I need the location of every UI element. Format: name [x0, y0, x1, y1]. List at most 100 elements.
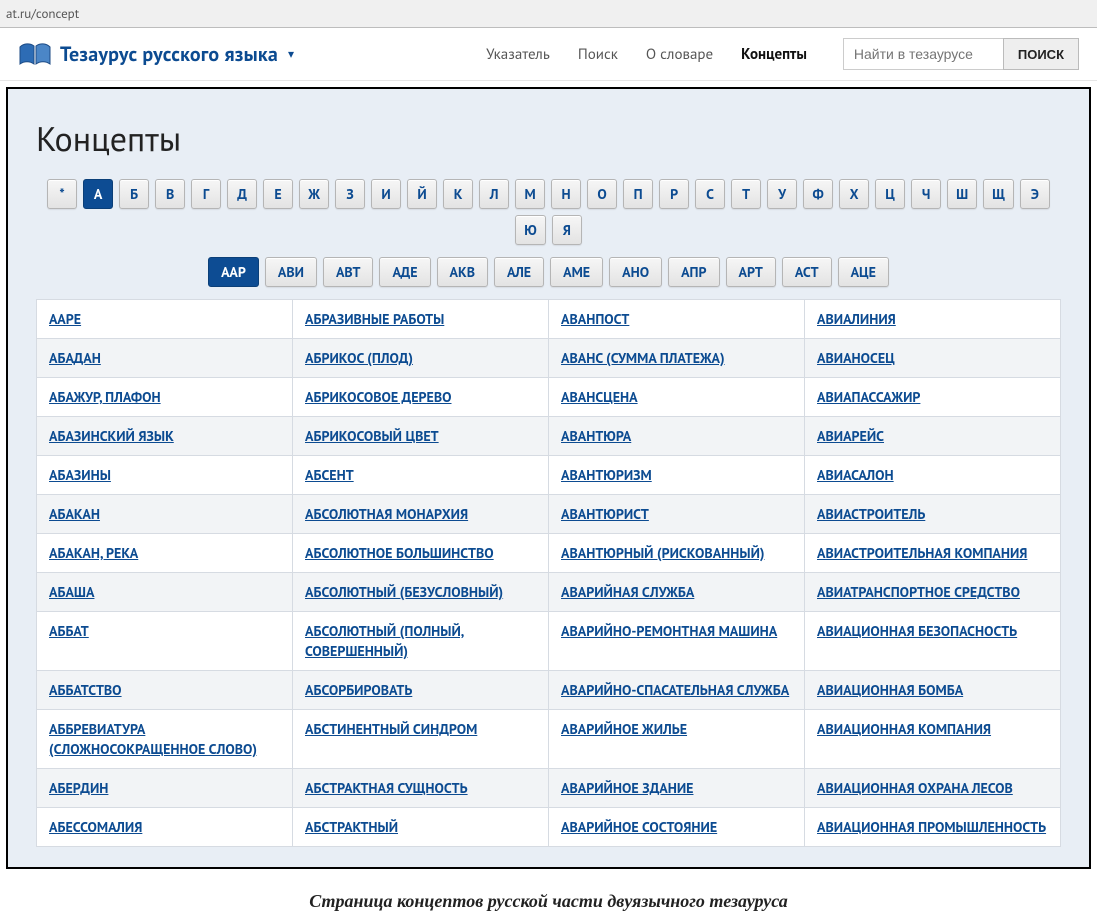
concept-link[interactable]: АВАРИЙНО-РЕМОНТНАЯ МАШИНА [561, 622, 777, 640]
syllable-АЛЕ[interactable]: АЛЕ [494, 257, 544, 287]
letter-Л[interactable]: Л [479, 179, 509, 209]
letter-З[interactable]: З [335, 179, 365, 209]
letter-*[interactable]: * [47, 179, 77, 209]
syllable-АКВ[interactable]: АКВ [437, 257, 488, 287]
search-input[interactable] [843, 38, 1003, 70]
syllable-АПР[interactable]: АПР [668, 257, 719, 287]
concept-link[interactable]: АББАТ [49, 622, 89, 640]
concept-link[interactable]: АВАРИЙНАЯ СЛУЖБА [561, 583, 694, 601]
nav-link-3[interactable]: Концепты [741, 45, 807, 64]
syllable-АВИ[interactable]: АВИ [265, 257, 317, 287]
syllable-АВТ[interactable]: АВТ [323, 257, 374, 287]
brand-dropdown[interactable]: Тезаурус русского языка ▾ [18, 41, 294, 67]
syllable-ААР[interactable]: ААР [208, 257, 259, 287]
nav-link-1[interactable]: Поиск [578, 45, 618, 64]
letter-Э[interactable]: Э [1020, 179, 1050, 209]
concept-link[interactable]: АБСОРБИРОВАТЬ [305, 681, 412, 699]
syllable-АСТ[interactable]: АСТ [782, 257, 832, 287]
concept-link[interactable]: АВАНТЮРИСТ [561, 505, 649, 523]
concept-link[interactable]: АБСЕНТ [305, 466, 354, 484]
letter-Ц[interactable]: Ц [875, 179, 905, 209]
concept-link[interactable]: АВИАЦИОННАЯ ПРОМЫШЛЕННОСТЬ [817, 818, 1046, 836]
concept-link[interactable]: АВАНТЮРНЫЙ (РИСКОВАННЫЙ) [561, 544, 764, 562]
search-button[interactable]: ПОИСК [1003, 38, 1079, 70]
letter-Т[interactable]: Т [731, 179, 761, 209]
concept-link[interactable]: АВАНС (СУММА ПЛАТЕЖА) [561, 349, 725, 367]
concept-link[interactable]: АБРИКОСОВЫЙ ЦВЕТ [305, 427, 439, 445]
concept-link[interactable]: АВИАРЕЙС [817, 427, 884, 445]
concept-link[interactable]: АБАША [49, 583, 94, 601]
letter-Р[interactable]: Р [659, 179, 689, 209]
concept-link[interactable]: АБРАЗИВНЫЕ РАБОТЫ [305, 310, 444, 328]
syllable-АНО[interactable]: АНО [609, 257, 662, 287]
concept-link[interactable]: АБАЗИНСКИЙ ЯЗЫК [49, 427, 174, 445]
concept-link[interactable]: АВАНТЮРА [561, 427, 631, 445]
concept-link[interactable]: АВИАПАССАЖИР [817, 388, 920, 406]
letter-Ч[interactable]: Ч [911, 179, 941, 209]
concept-link[interactable]: АБРИКОС (ПЛОД) [305, 349, 413, 367]
concept-link[interactable]: АБАДАН [49, 349, 101, 367]
letter-Д[interactable]: Д [227, 179, 257, 209]
concept-link[interactable]: АБАКАН, РЕКА [49, 544, 138, 562]
concept-link[interactable]: АВИАНОСЕЦ [817, 349, 895, 367]
letter-Щ[interactable]: Щ [983, 179, 1014, 209]
concept-link[interactable]: АБАЖУР, ПЛАФОН [49, 388, 161, 406]
concept-link[interactable]: АВИАТРАНСПОРТНОЕ СРЕДСТВО [817, 583, 1020, 601]
letter-С[interactable]: С [695, 179, 725, 209]
nav-link-0[interactable]: Указатель [486, 45, 550, 64]
concept-link[interactable]: АБСОЛЮТНОЕ БОЛЬШИНСТВО [305, 544, 494, 562]
concept-link[interactable]: АВИАЦИОННАЯ БОМБА [817, 681, 963, 699]
nav-link-2[interactable]: О словаре [646, 45, 713, 64]
concept-link[interactable]: ААРЕ [49, 310, 81, 328]
syllable-АРТ[interactable]: АРТ [726, 257, 776, 287]
concept-link[interactable]: АВАНПОСТ [561, 310, 629, 328]
concept-link[interactable]: АВАРИЙНО-СПАСАТЕЛЬНАЯ СЛУЖБА [561, 681, 789, 699]
concept-link[interactable]: АВАРИЙНОЕ ЖИЛЬЕ [561, 720, 687, 738]
letter-Ю[interactable]: Ю [515, 215, 546, 245]
concept-link[interactable]: АБСОЛЮТНАЯ МОНАРХИЯ [305, 505, 468, 523]
concept-link[interactable]: АБСОЛЮТНЫЙ (ПОЛНЫЙ, СОВЕРШЕННЫЙ) [305, 622, 464, 660]
concept-link[interactable]: АВАРИЙНОЕ СОСТОЯНИЕ [561, 818, 717, 836]
concept-link[interactable]: АВАНТЮРИЗМ [561, 466, 652, 484]
concept-link[interactable]: АВИАЦИОННАЯ БЕЗОПАСНОСТЬ [817, 622, 1017, 640]
concept-link[interactable]: АВИАСТРОИТЕЛЬНАЯ КОМПАНИЯ [817, 544, 1027, 562]
syllable-АДЕ[interactable]: АДЕ [379, 257, 430, 287]
letter-Х[interactable]: Х [839, 179, 869, 209]
letter-А[interactable]: А [83, 179, 113, 209]
concept-link[interactable]: АВИАСАЛОН [817, 466, 894, 484]
letter-В[interactable]: В [155, 179, 185, 209]
letter-К[interactable]: К [443, 179, 473, 209]
concept-link[interactable]: АБЕССОМАЛИЯ [49, 818, 142, 836]
letter-П[interactable]: П [623, 179, 653, 209]
letter-Ж[interactable]: Ж [299, 179, 329, 209]
letter-Б[interactable]: Б [119, 179, 149, 209]
syllable-АЦЕ[interactable]: АЦЕ [838, 257, 889, 287]
concept-link[interactable]: АБАЗИНЫ [49, 466, 111, 484]
concept-link[interactable]: АВИАЛИНИЯ [817, 310, 896, 328]
concept-link[interactable]: АВАРИЙНОЕ ЗДАНИЕ [561, 779, 693, 797]
concept-link[interactable]: АБЕРДИН [49, 779, 108, 797]
letter-Ш[interactable]: Ш [947, 179, 977, 209]
concept-link[interactable]: АБАКАН [49, 505, 100, 523]
concept-link[interactable]: АББРЕВИАТУРА (СЛОЖНОСОКРАЩЕННОЕ СЛОВО) [49, 720, 257, 758]
concept-link[interactable]: АБРИКОСОВОЕ ДЕРЕВО [305, 388, 452, 406]
letter-Н[interactable]: Н [551, 179, 581, 209]
letter-О[interactable]: О [587, 179, 617, 209]
letter-М[interactable]: М [515, 179, 545, 209]
concept-link[interactable]: АВАНСЦЕНА [561, 388, 638, 406]
letter-Й[interactable]: Й [407, 179, 437, 209]
letter-Е[interactable]: Е [263, 179, 293, 209]
letter-Ф[interactable]: Ф [803, 179, 833, 209]
letter-И[interactable]: И [371, 179, 401, 209]
concept-link[interactable]: АВИАЦИОННАЯ ОХРАНА ЛЕСОВ [817, 779, 1013, 797]
letter-Г[interactable]: Г [191, 179, 221, 209]
concept-link[interactable]: АББАТСТВО [49, 681, 122, 699]
concept-link[interactable]: АБСТРАКТНАЯ СУЩНОСТЬ [305, 779, 468, 797]
concept-link[interactable]: АБСОЛЮТНЫЙ (БЕЗУСЛОВНЫЙ) [305, 583, 503, 601]
concept-link[interactable]: АВИАЦИОННАЯ КОМПАНИЯ [817, 720, 991, 738]
syllable-АМЕ[interactable]: АМЕ [550, 257, 603, 287]
letter-У[interactable]: У [767, 179, 797, 209]
concept-link[interactable]: АБСТИНЕНТНЫЙ СИНДРОМ [305, 720, 477, 738]
letter-Я[interactable]: Я [552, 215, 582, 245]
concept-link[interactable]: АБСТРАКТНЫЙ [305, 818, 398, 836]
